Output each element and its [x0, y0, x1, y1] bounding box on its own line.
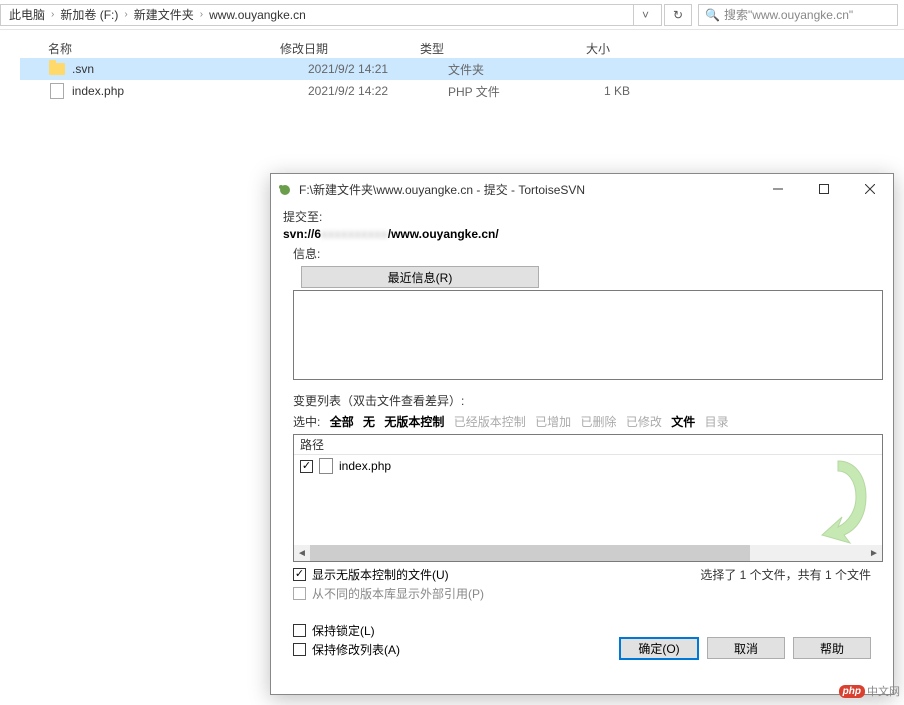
chevron-right-icon: ›: [49, 9, 56, 20]
breadcrumb-item[interactable]: 新加卷 (F:): [56, 6, 122, 23]
show-externals-checkbox: 从不同的版本库显示外部引用(P): [293, 585, 484, 602]
cancel-button[interactable]: 取消: [707, 637, 785, 659]
filter-all[interactable]: 全部: [330, 415, 354, 429]
filter-added[interactable]: 已增加: [535, 415, 571, 429]
titlebar[interactable]: F:\新建文件夹\www.ouyangke.cn - 提交 - Tortoise…: [271, 174, 893, 204]
file-list: 名称 修改日期 类型 大小 .svn 2021/9/2 14:21 文件夹 in…: [0, 30, 904, 102]
recent-messages-button[interactable]: 最近信息(R): [301, 266, 539, 288]
scroll-left-button[interactable]: ◄: [294, 545, 310, 561]
search-placeholder: 搜索"www.ouyangke.cn": [724, 6, 853, 23]
file-icon: [319, 458, 333, 474]
file-name: index.php: [72, 84, 308, 98]
filter-unversioned[interactable]: 无版本控制: [384, 415, 444, 429]
col-header-date[interactable]: 修改日期: [280, 40, 420, 57]
watermark-badge: php: [839, 685, 865, 698]
selection-status: 选择了 1 个文件，共有 1 个文件: [700, 566, 871, 604]
show-unversioned-checkbox[interactable]: 显示无版本控制的文件(U): [293, 566, 484, 583]
file-row[interactable]: index.php 2021/9/2 14:22 PHP 文件 1 KB: [20, 80, 904, 102]
commit-dialog: F:\新建文件夹\www.ouyangke.cn - 提交 - Tortoise…: [270, 173, 894, 695]
column-headers: 名称 修改日期 类型 大小: [20, 30, 904, 58]
breadcrumb-dropdown[interactable]: ˅: [633, 4, 657, 26]
filter-versioned[interactable]: 已经版本控制: [454, 415, 526, 429]
changes-header-path[interactable]: 路径: [294, 435, 882, 455]
folder-icon: [48, 60, 66, 78]
col-header-name[interactable]: 名称: [20, 40, 280, 57]
message-label: 信息:: [293, 245, 881, 262]
file-type: PHP 文件: [448, 83, 558, 100]
breadcrumb-item[interactable]: www.ouyangke.cn: [205, 8, 310, 22]
refresh-button[interactable]: ↻: [664, 4, 692, 26]
checkbox-icon: [293, 568, 306, 581]
file-type: 文件夹: [448, 61, 558, 78]
watermark: php 中文网: [839, 683, 900, 699]
minimize-button[interactable]: [755, 174, 801, 204]
chevron-right-icon: ›: [122, 9, 129, 20]
filter-dirs[interactable]: 目录: [705, 415, 729, 429]
checkbox-icon: [293, 624, 306, 637]
col-header-type[interactable]: 类型: [420, 40, 530, 57]
filter-none[interactable]: 无: [363, 415, 375, 429]
commit-to-label: 提交至:: [283, 208, 881, 225]
col-header-size[interactable]: 大小: [530, 40, 610, 57]
keep-lock-checkbox[interactable]: 保持锁定(L): [293, 622, 619, 639]
close-button[interactable]: [847, 174, 893, 204]
file-size: 1 KB: [558, 84, 638, 98]
filter-deleted[interactable]: 已删除: [580, 415, 616, 429]
tortoise-icon: [277, 181, 293, 197]
scroll-right-button[interactable]: ►: [866, 545, 882, 561]
svn-url: svn://6xxxxxxxxxx/www.ouyangke.cn/: [283, 227, 881, 241]
breadcrumb-item[interactable]: 此电脑: [5, 6, 49, 23]
changes-label: 变更列表（双击文件查看差异）:: [293, 392, 881, 409]
keep-changelist-checkbox[interactable]: 保持修改列表(A): [293, 641, 619, 658]
horizontal-scrollbar[interactable]: ◄ ►: [294, 545, 882, 561]
file-name: .svn: [72, 62, 308, 76]
chevron-right-icon: ›: [198, 9, 205, 20]
ok-button[interactable]: 确定(O): [619, 637, 699, 660]
commit-arrow-icon: [804, 457, 872, 547]
search-icon: 🔍: [705, 8, 720, 22]
filter-label: 选中:: [293, 415, 320, 429]
search-input[interactable]: 🔍 搜索"www.ouyangke.cn": [698, 4, 898, 26]
watermark-text: 中文网: [867, 683, 900, 699]
change-item[interactable]: index.php: [294, 455, 882, 477]
help-button[interactable]: 帮助: [793, 637, 871, 659]
checkbox-icon: [293, 643, 306, 656]
change-filename: index.php: [339, 459, 391, 473]
scroll-thumb[interactable]: [310, 545, 750, 561]
file-date: 2021/9/2 14:21: [308, 62, 448, 76]
filter-files[interactable]: 文件: [671, 415, 695, 429]
explorer-address-bar: 此电脑 › 新加卷 (F:) › 新建文件夹 › www.ouyangke.cn…: [0, 0, 904, 30]
checkbox-icon: [293, 587, 306, 600]
file-date: 2021/9/2 14:22: [308, 84, 448, 98]
breadcrumb[interactable]: 此电脑 › 新加卷 (F:) › 新建文件夹 › www.ouyangke.cn…: [0, 4, 662, 26]
file-row[interactable]: .svn 2021/9/2 14:21 文件夹: [20, 58, 904, 80]
change-checkbox[interactable]: [300, 460, 313, 473]
maximize-button[interactable]: [801, 174, 847, 204]
filter-row: 选中: 全部 无 无版本控制 已经版本控制 已增加 已删除 已修改 文件 目录: [293, 413, 881, 430]
breadcrumb-item[interactable]: 新建文件夹: [130, 6, 198, 23]
dialog-title: F:\新建文件夹\www.ouyangke.cn - 提交 - Tortoise…: [299, 181, 755, 198]
filter-modified[interactable]: 已修改: [626, 415, 662, 429]
file-icon: [48, 82, 66, 100]
changes-list: 路径 index.php ◄ ►: [293, 434, 883, 562]
commit-message-input[interactable]: [293, 290, 883, 380]
